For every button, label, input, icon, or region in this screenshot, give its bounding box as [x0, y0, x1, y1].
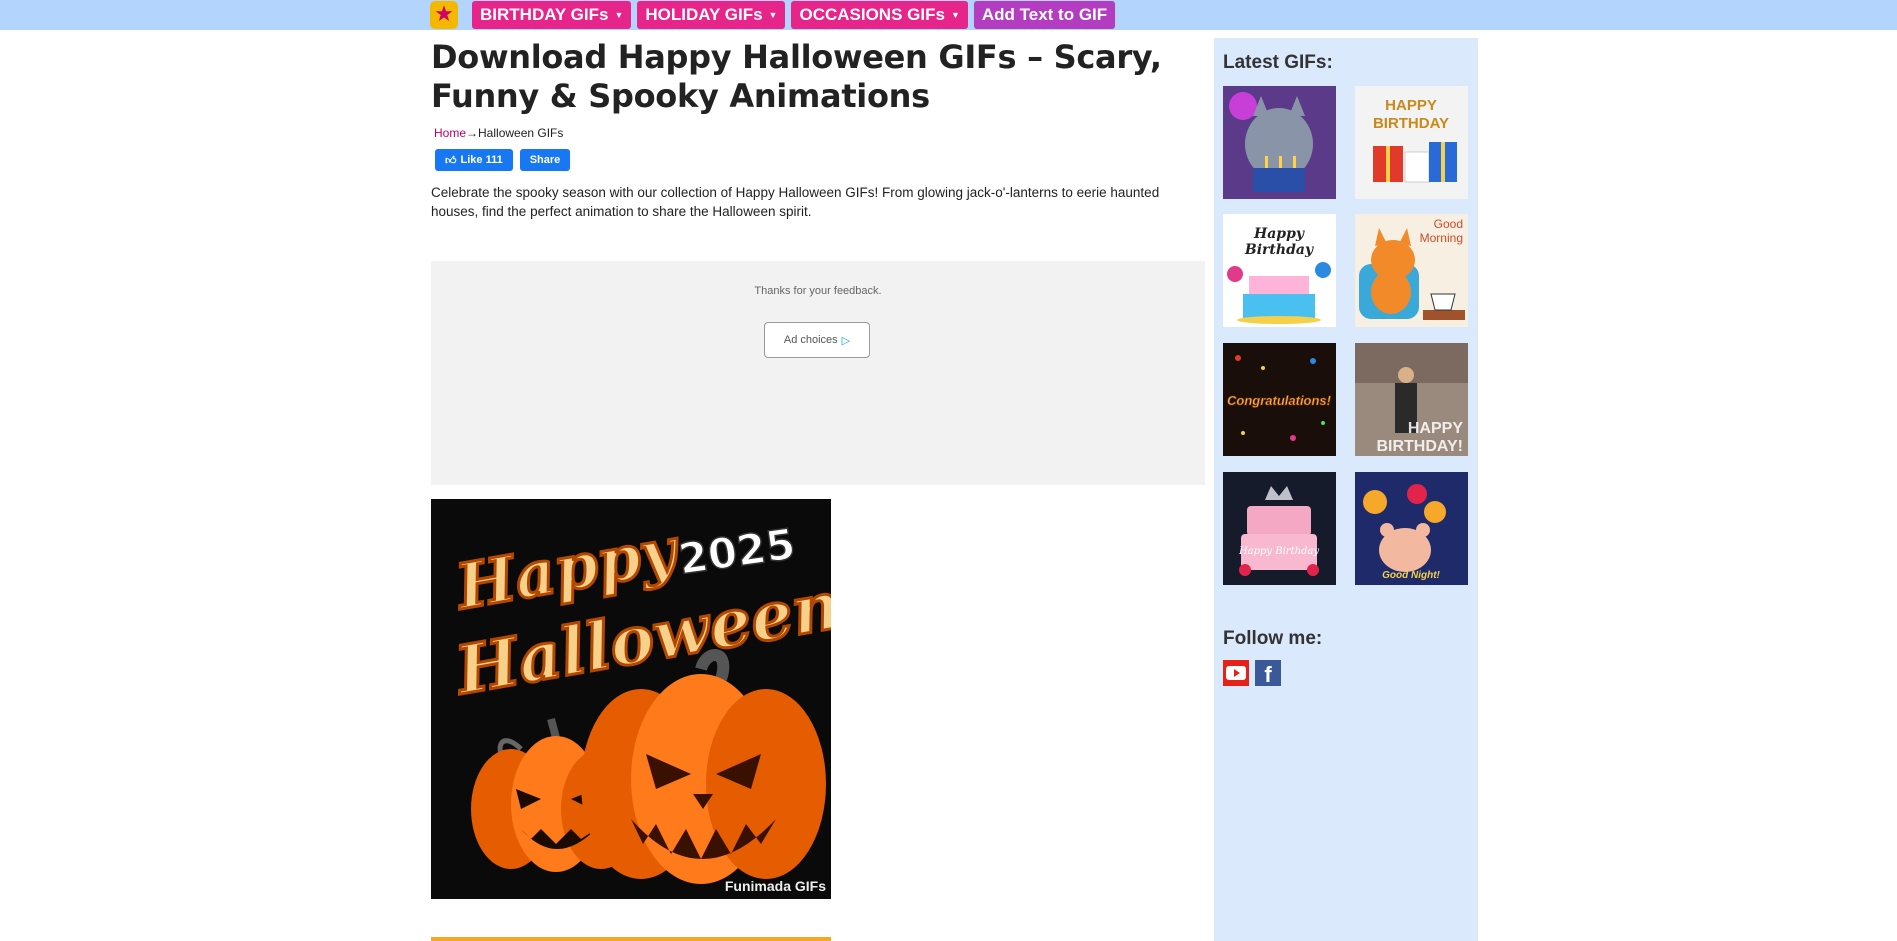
svg-text:BIRTHDAY: BIRTHDAY [1373, 115, 1449, 132]
thumb-congratulations[interactable]: Congratulations! [1223, 343, 1336, 456]
sidebar: Latest GIFs: HAPPY BIRTHDAY Happy Birthd… [1214, 38, 1478, 941]
page-description: Celebrate the spooky season with our col… [431, 185, 1160, 219]
site-logo[interactable]: ★ [430, 1, 458, 29]
ad-feedback-text: Thanks for your feedback. [754, 285, 882, 297]
page-title: Download Happy Halloween GIFs – Scary, F… [431, 38, 1162, 115]
nav-add-text-to-gif[interactable]: Add Text to GIF [973, 1, 1116, 29]
breadcrumb: Home→Halloween GIFs [431, 126, 1205, 140]
ad-choices-icon: ▷ [841, 334, 851, 347]
svg-text:HAPPY: HAPPY [1408, 420, 1463, 437]
follow-me-title: Follow me: [1223, 628, 1323, 649]
caret-down-icon: ▼ [768, 10, 778, 20]
svg-text:Birthday: Birthday [1244, 242, 1314, 258]
nav-holiday-gifs[interactable]: HOLIDAY GIFs ▼ [637, 1, 786, 29]
thumb-birthday-cat-cake[interactable] [1223, 86, 1336, 199]
breadcrumb-current: Halloween GIFs [478, 126, 564, 140]
halloween-gif-art: Happy 2025 Halloween Funimada GIFs [431, 499, 831, 899]
svg-text:Good Night!: Good Night! [1382, 570, 1440, 581]
thumb-happy-birthday-gifts[interactable]: HAPPY BIRTHDAY [1355, 86, 1468, 199]
breadcrumb-home-link[interactable]: Home [434, 126, 466, 140]
facebook-icon[interactable]: f [1255, 660, 1281, 686]
thumb-happy-birthday-cake[interactable]: Happy Birthday [1223, 214, 1336, 327]
breadcrumb-separator: → [466, 126, 479, 140]
svg-text:Happy: Happy [1253, 226, 1305, 242]
caret-down-icon: ▼ [614, 10, 624, 20]
thumb-good-night-bear[interactable]: Good Night! [1355, 472, 1468, 585]
svg-text:Congratulations!: Congratulations! [1227, 393, 1332, 408]
facebook-share-button[interactable]: Share [519, 149, 571, 171]
youtube-icon[interactable] [1223, 660, 1249, 686]
star-icon: ★ [434, 2, 454, 27]
follow-links: f [1223, 660, 1281, 686]
nav-occasions-gifs[interactable]: OCCASIONS GIFs ▼ [791, 1, 968, 29]
thumb-happy-birthday-pink-cake[interactable]: Happy Birthday [1223, 472, 1336, 585]
ad-container: Thanks for your feedback. Ad choices ▷ [431, 261, 1205, 485]
svg-text:Morning: Morning [1420, 231, 1463, 245]
main-content: Download Happy Halloween GIFs – Scary, F… [431, 38, 1205, 899]
thumbs-up-icon: 👍︎ [445, 154, 457, 167]
thumb-happy-birthday-dance[interactable]: HAPPY BIRTHDAY! [1355, 343, 1468, 456]
caret-down-icon: ▼ [950, 10, 960, 20]
hero-watermark: Funimada GIFs [725, 878, 826, 894]
next-gif-image-edge[interactable] [431, 937, 831, 941]
main-nav: ★ BIRTHDAY GIFs ▼ HOLIDAY GIFs ▼ OCCASIONS… [430, 0, 1116, 30]
svg-text:Happy Birthday: Happy Birthday [1238, 546, 1319, 557]
facebook-like-button[interactable]: 👍︎ Like 111 [435, 149, 513, 171]
nav-birthday-gifs[interactable]: BIRTHDAY GIFs ▼ [472, 1, 632, 29]
svg-text:Good: Good [1434, 217, 1463, 231]
social-buttons: 👍︎ Like 111 Share [431, 149, 1205, 171]
halloween-gif-image[interactable]: Happy 2025 Halloween Funimada GIFs [431, 499, 831, 899]
svg-text:BIRTHDAY!: BIRTHDAY! [1376, 438, 1463, 455]
ad-choices-button[interactable]: Ad choices ▷ [764, 322, 870, 358]
svg-text:HAPPY: HAPPY [1385, 97, 1437, 114]
thumb-good-morning-cat[interactable]: Good Morning [1355, 214, 1468, 327]
latest-gifs-title: Latest GIFs: [1223, 52, 1333, 73]
